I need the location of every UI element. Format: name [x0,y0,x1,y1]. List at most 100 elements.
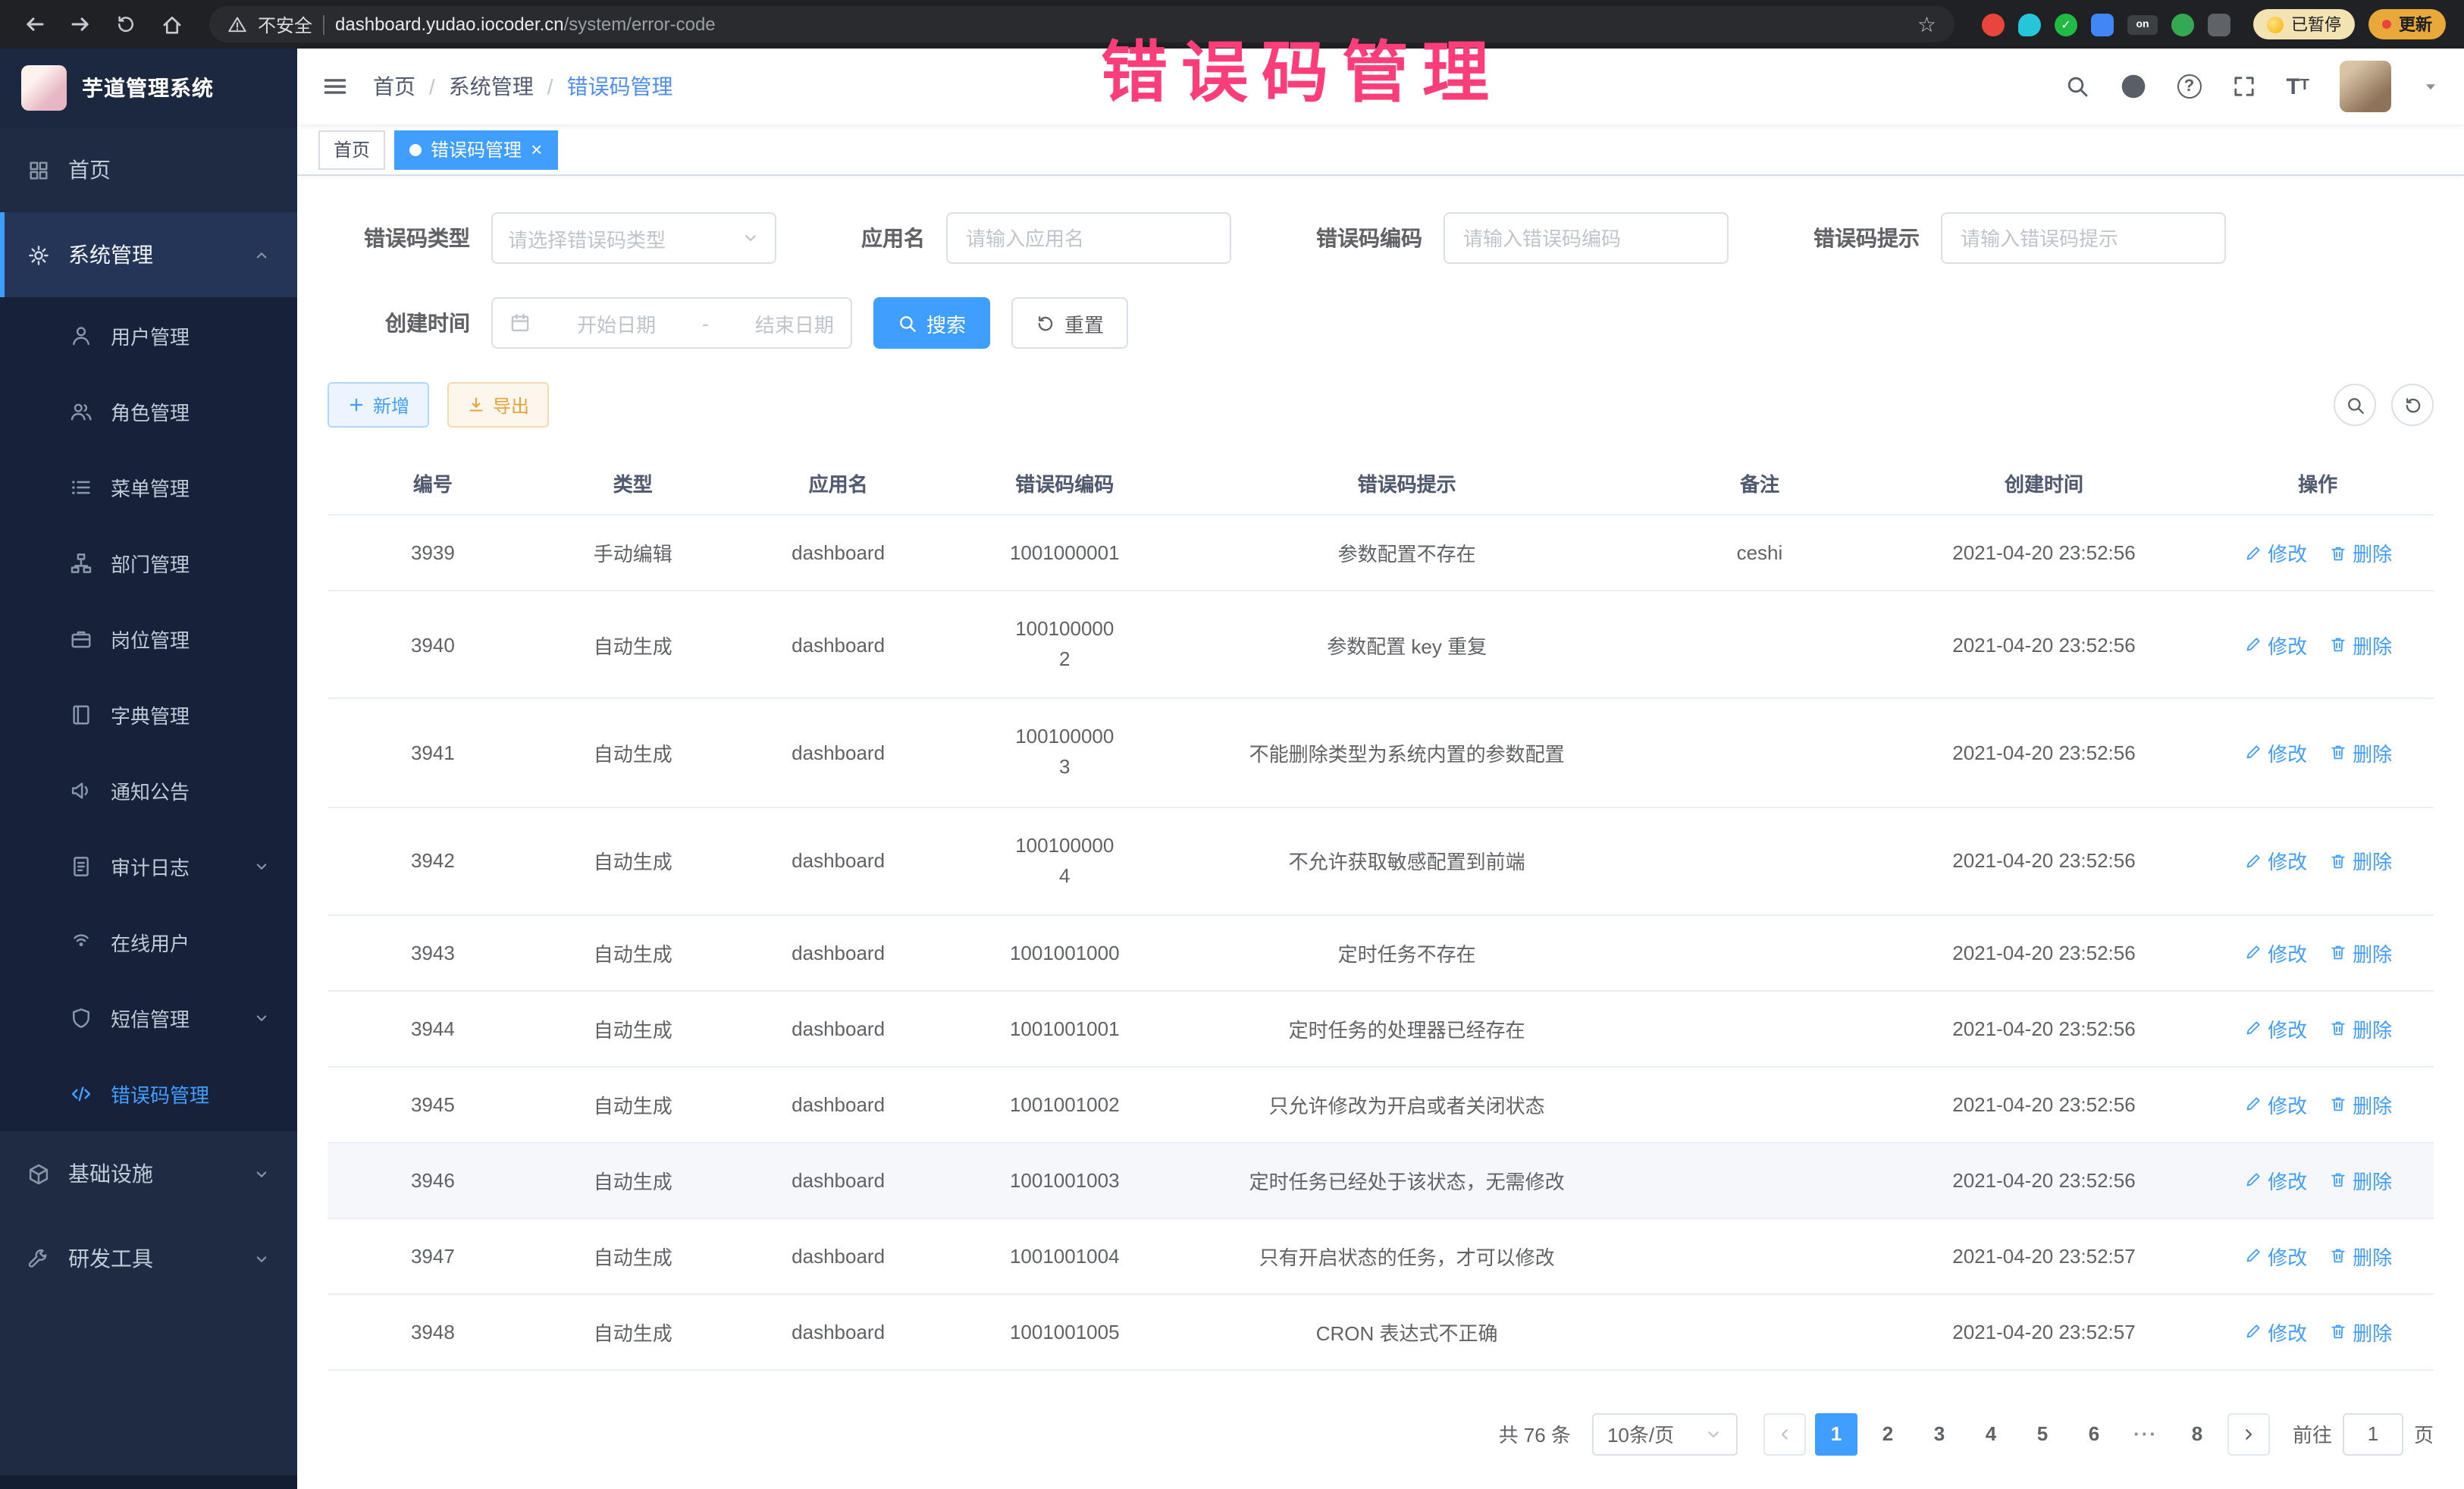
sidebar-item-roles[interactable]: 角色管理 [0,373,297,449]
delete-link[interactable]: 删除 [2328,1242,2392,1271]
refresh-table-button[interactable] [2391,384,2434,426]
page-ellipsis[interactable]: ··· [2124,1413,2167,1456]
delete-link[interactable]: 删除 [2328,1090,2392,1119]
table-row: 3945自动生成dashboard1001001002只允许修改为开启或者关闭状… [328,1067,2434,1143]
sidebar-item-devtools[interactable]: 研发工具 [0,1216,297,1301]
extension-drop-icon[interactable] [2018,13,2041,36]
delete-link[interactable]: 删除 [2328,630,2392,659]
date-range-picker[interactable]: 开始日期 - 结束日期 [491,297,852,349]
search-button[interactable]: 搜索 [873,297,990,349]
user-avatar[interactable] [2340,61,2391,112]
page-button-3[interactable]: 3 [1918,1413,1961,1456]
reset-button[interactable]: 重置 [1011,297,1128,349]
goto-page-input[interactable] [2343,1413,2403,1456]
delete-link[interactable]: 删除 [2328,939,2392,967]
edit-link[interactable]: 修改 [2243,1090,2307,1119]
edit-link[interactable]: 修改 [2243,1014,2307,1043]
sidebar-item-menus[interactable]: 菜单管理 [0,449,297,525]
extension-check-icon[interactable]: ✓ [2055,13,2077,36]
sidebar-item-dict[interactable]: 字典管理 [0,676,297,752]
prev-page-button[interactable] [1763,1413,1806,1456]
add-button[interactable]: 新增 [328,382,429,428]
paused-badge[interactable]: 已暂停 [2253,9,2355,39]
page-button-8[interactable]: 8 [2176,1413,2218,1456]
edit-link[interactable]: 修改 [2243,1166,2307,1195]
page-button-6[interactable]: 6 [2073,1413,2115,1456]
sidebar-item-depts[interactable]: 部门管理 [0,525,297,600]
extension-pin-icon[interactable] [2208,13,2230,36]
delete-link[interactable]: 删除 [2328,738,2392,767]
page-button-4[interactable]: 4 [1970,1413,2012,1456]
delete-link[interactable]: 删除 [2328,1166,2392,1195]
sidebar-item-infra[interactable]: 基础设施 [0,1131,297,1216]
sidebar-item-online-users[interactable]: 在线用户 [0,904,297,980]
edit-link[interactable]: 修改 [2243,538,2307,567]
fullscreen-icon[interactable] [2231,74,2256,99]
error-type-select[interactable]: 请选择错误码类型 [491,212,776,264]
edit-link[interactable]: 修改 [2243,939,2307,967]
cell-remark [1633,699,1886,807]
tag-close-icon[interactable]: × [531,139,542,159]
cell-id: 3939 [328,515,538,591]
extension-on-badge[interactable]: on [2127,14,2158,34]
bookmark-star-icon[interactable]: ☆ [1917,11,1936,37]
edit-link[interactable]: 修改 [2243,1242,2307,1271]
chev-down-icon [253,1009,270,1026]
error-code-input[interactable] [1444,212,1729,264]
header-search-icon[interactable] [2064,74,2089,99]
edit-link[interactable]: 修改 [2243,738,2307,767]
browser-reload-button[interactable] [106,5,146,44]
sidebar-item-posts[interactable]: 岗位管理 [0,600,297,676]
tag-error-code[interactable]: 错误码管理 × [394,130,557,169]
help-icon[interactable]: ? [2177,74,2201,99]
cell-hint: 定时任务的处理器已经存在 [1180,991,1633,1067]
toggle-search-button[interactable] [2334,384,2376,426]
tag-home[interactable]: 首页 [318,130,385,169]
update-button[interactable]: 更新 [2368,9,2446,39]
export-button[interactable]: 导出 [447,382,549,428]
sidebar-item-label: 菜单管理 [111,472,190,501]
next-page-button[interactable] [2227,1413,2270,1456]
sidebar-item-label: 短信管理 [111,1003,190,1032]
sidebar-item-system[interactable]: 系统管理 [0,212,297,297]
app-title: 芋道管理系统 [82,73,214,103]
browser-back-button[interactable] [15,5,55,44]
app-name-input[interactable] [946,212,1231,264]
extension-leaf-icon[interactable] [2171,13,2194,36]
app-logo[interactable]: 芋道管理系统 [0,49,297,127]
address-bar[interactable]: 不安全 dashboard.yudao.iocoder.cn/system/er… [209,6,1955,42]
page-button-5[interactable]: 5 [2021,1413,2064,1456]
github-icon[interactable] [2119,73,2146,100]
cell-hint: 不能删除类型为系统内置的参数配置 [1180,699,1633,807]
extension-record-icon[interactable] [1982,13,2005,36]
delete-link[interactable]: 删除 [2328,538,2392,567]
edit-link[interactable]: 修改 [2243,1318,2307,1346]
breadcrumb-system[interactable]: 系统管理 [449,71,534,102]
delete-link[interactable]: 删除 [2328,1014,2392,1043]
cell-remark [1633,1143,1886,1218]
page-button-1[interactable]: 1 [1815,1413,1857,1456]
cell-hint: 不允许获取敏感配置到前端 [1180,807,1633,915]
page-button-2[interactable]: 2 [1867,1413,1909,1456]
breadcrumb-home[interactable]: 首页 [373,71,415,102]
sidebar-item-audit-log[interactable]: 审计日志 [0,828,297,904]
sidebar-item-users[interactable]: 用户管理 [0,297,297,373]
trash-icon [2328,1171,2346,1190]
extension-grid-icon[interactable] [2091,13,2114,36]
sidebar-item-home[interactable]: 首页 [0,127,297,212]
delete-link[interactable]: 删除 [2328,1318,2392,1346]
delete-link[interactable]: 删除 [2328,846,2392,875]
sidebar-item-error-code[interactable]: 错误码管理 [0,1055,297,1131]
sidebar-item-sms[interactable]: 短信管理 [0,980,297,1055]
browser-home-button[interactable] [152,5,191,44]
error-hint-input[interactable] [1941,212,2226,264]
page-size-select[interactable]: 10条/页 [1592,1413,1738,1456]
font-size-icon[interactable]: TT [2286,75,2309,98]
browser-forward-button[interactable] [61,5,100,44]
tag-active-dot [409,143,422,155]
sidebar-toggle-button[interactable] [321,73,349,100]
sidebar-item-notice[interactable]: 通知公告 [0,752,297,828]
avatar-caret-down-icon[interactable] [2422,73,2440,100]
edit-link[interactable]: 修改 [2243,630,2307,659]
edit-link[interactable]: 修改 [2243,846,2307,875]
